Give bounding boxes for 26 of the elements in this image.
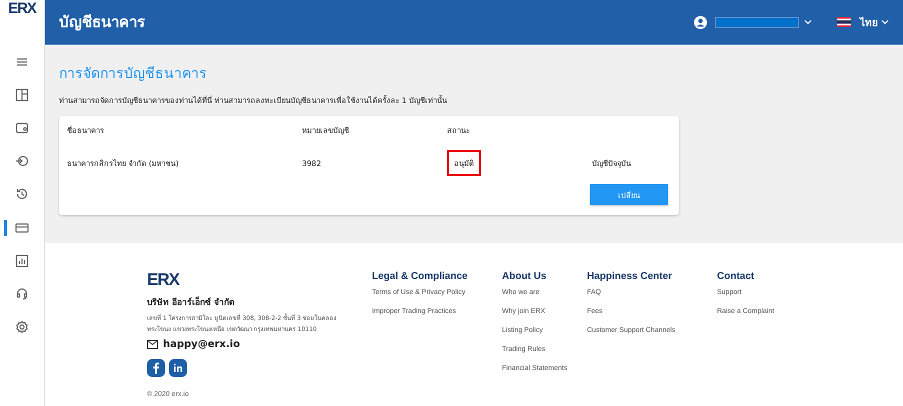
language-selector[interactable]: ไทย	[856, 14, 889, 30]
email-link[interactable]: happy@erx.io	[163, 339, 240, 350]
logo: ERX	[8, 0, 36, 19]
settings-icon	[15, 320, 29, 334]
layout-icon	[15, 88, 29, 102]
footer-heading: Legal & Compliance	[372, 271, 469, 282]
facebook-icon[interactable]	[147, 359, 165, 377]
card-icon	[15, 220, 29, 235]
bar-chart-icon	[15, 254, 29, 268]
history-icon	[15, 187, 29, 202]
footer-logo: ERX	[147, 271, 180, 289]
user-icon	[694, 16, 707, 28]
chevron-down-icon	[881, 19, 889, 25]
thai-flag-icon	[837, 17, 851, 27]
footer-heading: Contact	[717, 271, 756, 282]
wallet-icon	[15, 120, 29, 135]
footer-heading: Happiness Center	[587, 271, 674, 282]
chevron-down-icon	[804, 19, 812, 25]
deposit-icon	[15, 154, 29, 168]
footer-heading: About Us	[502, 271, 548, 282]
headset-icon	[15, 286, 29, 301]
linkedin-icon[interactable]	[169, 359, 187, 377]
mail-icon	[147, 340, 158, 349]
page-header-title: บัญชีธนาคาร	[59, 12, 145, 33]
section-title: การจัดการบัญชีธนาคาร	[59, 65, 208, 84]
company-name: บริษัท อีอาร์เอ็กซ์ จำกัด	[147, 295, 236, 309]
